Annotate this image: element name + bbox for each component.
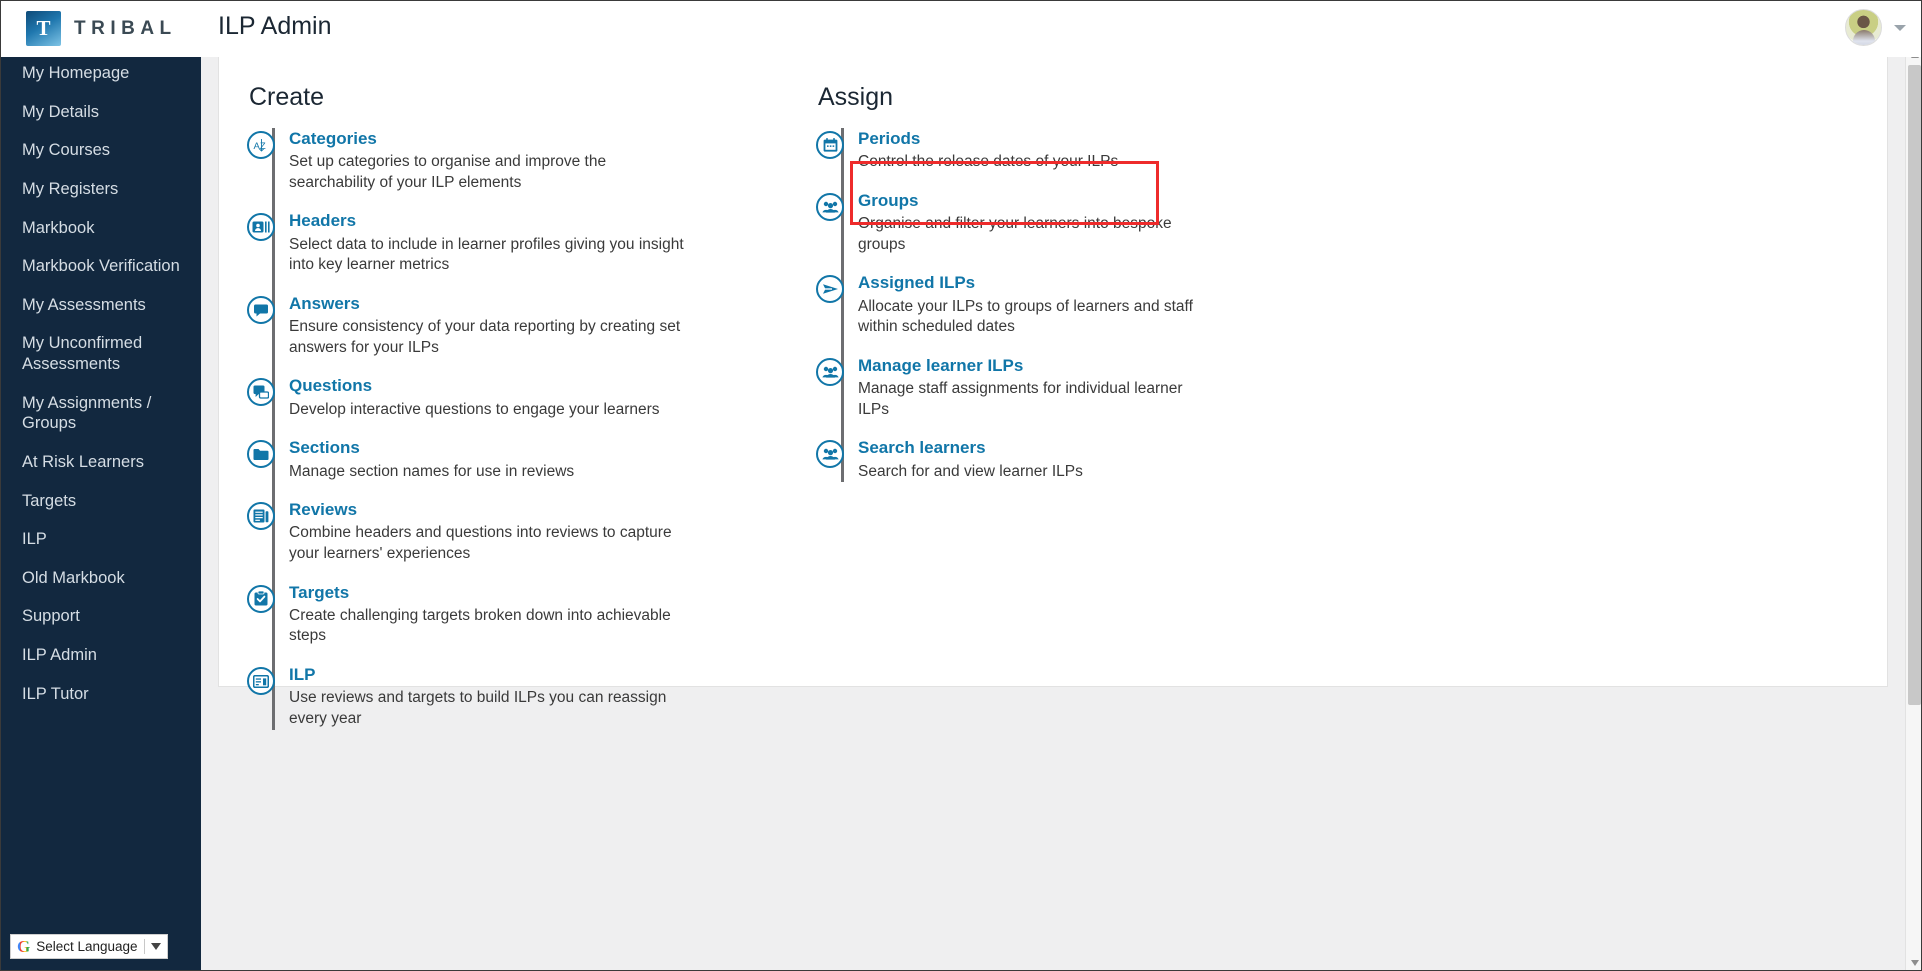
assign-item-periods[interactable]: Periods Control the release dates of you… [816, 128, 1336, 173]
chevron-down-icon[interactable] [151, 943, 161, 950]
page-title: ILP Admin [218, 12, 332, 41]
assign-timeline: Periods Control the release dates of you… [816, 128, 1336, 482]
content-panel: Create AZ Categories Set up categories [218, 55, 1888, 687]
create-item-questions[interactable]: Questions Develop interactive questions … [247, 375, 767, 420]
question-bubble-icon [247, 378, 275, 406]
sidebar-item-support[interactable]: Support [0, 597, 201, 636]
assign-item-desc: Control the release dates of your ILPs [858, 152, 1118, 173]
sidebar-item-my-details[interactable]: My Details [0, 93, 201, 132]
create-item-answers[interactable]: Answers Ensure consistency of your data … [247, 293, 767, 358]
sidebar-item-old-markbook[interactable]: Old Markbook [0, 559, 201, 598]
create-item-desc: Select data to include in learner profil… [289, 235, 689, 276]
brand-name: TRIBAL [74, 18, 177, 40]
sidebar-item-ilp[interactable]: ILP [0, 520, 201, 559]
people-group-icon [816, 440, 844, 468]
language-selector[interactable]: G Select Language [10, 934, 168, 959]
sidebar-item-markbook[interactable]: Markbook [0, 209, 201, 248]
brand-logo[interactable]: T TRIBAL [26, 11, 177, 46]
assign-item-search-learners[interactable]: Search learners Search for and view lear… [816, 437, 1336, 482]
sidebar-item-ilp-tutor[interactable]: ILP Tutor [0, 675, 201, 714]
sidebar-item-at-risk-learners[interactable]: At Risk Learners [0, 443, 201, 482]
assign-item-title[interactable]: Assigned ILPs [858, 272, 1208, 293]
create-item-headers[interactable]: Headers Select data to include in learne… [247, 210, 767, 275]
assign-column-title: Assign [816, 83, 1336, 112]
assign-item-desc: Search for and view learner ILPs [858, 462, 1083, 483]
create-item-ilp[interactable]: ILP Use reviews and targets to build ILP… [247, 664, 767, 729]
sidebar-item-my-registers[interactable]: My Registers [0, 170, 201, 209]
send-arrow-icon [816, 275, 844, 303]
people-group-icon [816, 193, 844, 221]
sidebar-item-my-courses[interactable]: My Courses [0, 131, 201, 170]
sidebar-item-ilp-admin[interactable]: ILP Admin [0, 636, 201, 675]
folder-icon [247, 440, 275, 468]
chevron-down-icon[interactable] [1894, 25, 1906, 31]
google-logo-icon: G [17, 938, 30, 955]
top-header-bar: T TRIBAL ILP Admin [0, 0, 1922, 57]
sort-alpha-icon: AZ [247, 131, 275, 159]
document-list-icon [247, 502, 275, 530]
sidebar-item-my-unconfirmed-assessments[interactable]: My Unconfirmed Assessments [0, 324, 201, 383]
create-item-title[interactable]: ILP [289, 664, 689, 685]
sidebar-item-markbook-verification[interactable]: Markbook Verification [0, 247, 201, 286]
create-item-title[interactable]: Targets [289, 582, 689, 603]
create-item-desc: Manage section names for use in reviews [289, 462, 574, 483]
sidebar-navigation: My Homepage My Details My Courses My Reg… [0, 46, 201, 971]
create-column: Create AZ Categories Set up categories [247, 83, 767, 730]
assign-item-title[interactable]: Periods [858, 128, 1118, 149]
assign-column: Assign [816, 83, 1336, 730]
id-card-icon [247, 213, 275, 241]
assign-item-title[interactable]: Groups [858, 190, 1208, 211]
assign-item-assigned-ilps[interactable]: Assigned ILPs Allocate your ILPs to grou… [816, 272, 1336, 337]
assign-item-title[interactable]: Manage learner ILPs [858, 355, 1208, 376]
create-item-reviews[interactable]: Reviews Combine headers and questions in… [247, 499, 767, 564]
create-item-title[interactable]: Headers [289, 210, 689, 231]
create-item-desc: Develop interactive questions to engage … [289, 400, 660, 421]
sidebar-item-my-assessments[interactable]: My Assessments [0, 286, 201, 325]
create-item-targets[interactable]: Targets Create challenging targets broke… [247, 582, 767, 647]
create-item-desc: Set up categories to organise and improv… [289, 152, 689, 193]
assign-item-desc: Organise and filter your learners into b… [858, 214, 1208, 255]
create-item-title[interactable]: Categories [289, 128, 689, 149]
create-item-sections[interactable]: Sections Manage section names for use in… [247, 437, 767, 482]
assign-item-manage-learner-ilps[interactable]: Manage learner ILPs Manage staff assignm… [816, 355, 1336, 420]
assign-item-desc: Allocate your ILPs to groups of learners… [858, 297, 1208, 338]
create-item-desc: Combine headers and questions into revie… [289, 523, 689, 564]
assign-item-desc: Manage staff assignments for individual … [858, 379, 1208, 420]
create-item-desc: Use reviews and targets to build ILPs yo… [289, 688, 689, 729]
create-column-title: Create [247, 83, 767, 112]
avatar[interactable] [1845, 9, 1882, 46]
create-item-title[interactable]: Reviews [289, 499, 689, 520]
assign-item-title[interactable]: Search learners [858, 437, 1083, 458]
create-item-title[interactable]: Questions [289, 375, 660, 396]
clipboard-check-icon [247, 585, 275, 613]
header-user-area[interactable] [1845, 9, 1906, 46]
divider [144, 939, 145, 954]
tribal-logo-mark: T [26, 11, 61, 46]
language-selector-label: Select Language [36, 939, 137, 954]
assign-item-groups[interactable]: Groups Organise and filter your learners… [816, 190, 1336, 255]
svg-text:AZ: AZ [253, 141, 265, 152]
scroll-down-icon[interactable] [1906, 954, 1922, 971]
create-item-desc: Create challenging targets broken down i… [289, 606, 689, 647]
create-item-desc: Ensure consistency of your data reportin… [289, 317, 689, 358]
create-timeline: AZ Categories Set up categories to organ… [247, 128, 767, 730]
page-scrollbar[interactable] [1905, 46, 1922, 971]
create-item-title[interactable]: Answers [289, 293, 689, 314]
create-item-title[interactable]: Sections [289, 437, 574, 458]
sidebar-item-targets[interactable]: Targets [0, 482, 201, 521]
sidebar-item-my-assignments-groups[interactable]: My Assignments / Groups [0, 384, 201, 443]
people-group-icon [816, 358, 844, 386]
speech-bubble-icon [247, 296, 275, 324]
window-layout-icon [247, 667, 275, 695]
scrollbar-thumb[interactable] [1908, 65, 1921, 705]
create-item-categories[interactable]: AZ Categories Set up categories to organ… [247, 128, 767, 193]
calendar-icon [816, 131, 844, 159]
sidebar-item-my-homepage[interactable]: My Homepage [0, 54, 201, 93]
application-window: T TRIBAL ILP Admin My Homepage My Detail… [0, 0, 1922, 971]
